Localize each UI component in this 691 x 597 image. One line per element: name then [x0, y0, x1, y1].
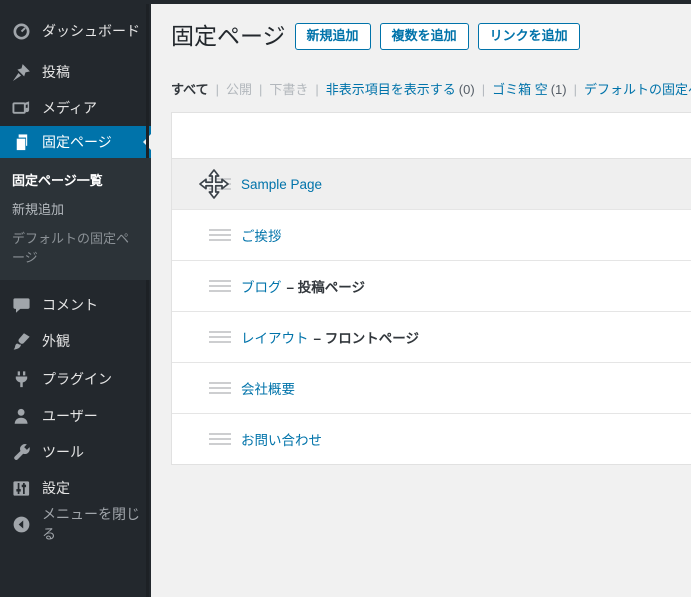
sidebar-item-appearance[interactable]: 外観 [0, 323, 151, 359]
pages-table: Sample Page ご挨拶 ブログ – 投稿ページ レイ [171, 112, 691, 465]
filter-draft[interactable]: 下書き [269, 82, 308, 97]
filter-separator: | [574, 82, 577, 97]
content-area: 固定ページ新規追加複数を追加リンクを追加 すべて | 公開 | 下書き | 非表示項目を表示… [151, 0, 691, 597]
admin-bar-edge [0, 0, 691, 4]
filter-count: (0) [459, 82, 475, 97]
table-row-greeting[interactable]: ご挨拶 [172, 210, 691, 261]
dashboard-icon [11, 21, 32, 41]
page-header: 固定ページ新規追加複数を追加リンクを追加 [151, 0, 691, 54]
admin-sidebar: ダッシュボード 投稿 メディア 固定ページ 固定ページ一覧新規追加デフォルトの固… [0, 0, 151, 597]
brush-icon [11, 331, 32, 351]
table-body: Sample Page ご挨拶 ブログ – 投稿ページ レイ [172, 159, 691, 464]
sidebar-item-settings[interactable]: 設定 [0, 470, 151, 506]
admin-menu: ダッシュボード 投稿 メディア 固定ページ 固定ページ一覧新規追加デフォルトの固… [0, 13, 151, 542]
action-button-add-multiple[interactable]: 複数を追加 [380, 23, 469, 50]
filter-separator: | [216, 82, 219, 97]
filter-default-page[interactable]: デフォルトの固定ページ [584, 82, 691, 97]
submenu-item-pages-list[interactable]: 固定ページ一覧 [0, 166, 151, 195]
sidebar-item-media[interactable]: メディア [0, 90, 151, 126]
sidebar-item-users[interactable]: ユーザー [0, 398, 151, 434]
post-state-label: – 投稿ページ [287, 276, 366, 296]
comment-icon [11, 295, 32, 315]
sidebar-item-posts[interactable]: 投稿 [0, 54, 151, 90]
drag-handle-icon[interactable] [209, 433, 231, 445]
sidebar-item-collapse-menu[interactable]: メニューを閉じる [0, 506, 151, 542]
drag-handle-icon[interactable] [209, 382, 231, 394]
collapse-arrow-icon [11, 514, 32, 534]
drag-handle-icon[interactable] [209, 280, 231, 292]
plugin-icon [11, 369, 32, 389]
page-title-actions: 新規追加複数を追加リンクを追加 [286, 31, 580, 48]
action-button-add-link[interactable]: リンクを追加 [478, 23, 580, 50]
pages-submenu: 固定ページ一覧新規追加デフォルトの固定ページ [0, 158, 151, 280]
table-row-blog[interactable]: ブログ – 投稿ページ [172, 261, 691, 312]
filter-trash[interactable]: ゴミ箱 空(1) [492, 82, 567, 97]
pages-icon [11, 132, 32, 152]
submenu-item-add-new[interactable]: 新規追加 [0, 195, 151, 224]
pushpin-icon [11, 62, 32, 82]
action-button-add-new[interactable]: 新規追加 [295, 23, 371, 50]
page-title-link[interactable]: Sample Page [241, 177, 322, 192]
page-title-link[interactable]: レイアウト [241, 327, 309, 347]
filter-separator: | [315, 82, 318, 97]
table-row-company-profile[interactable]: 会社概要 [172, 363, 691, 414]
page-title-link[interactable]: お問い合わせ [241, 429, 322, 449]
subsubsub-filters: すべて | 公開 | 下書き | 非表示項目を表示する(0) | ゴミ箱 空(1) | デフォルトの… [171, 79, 691, 98]
table-row-layout[interactable]: レイアウト – フロントページ [172, 312, 691, 363]
table-header-row [172, 113, 691, 159]
page-title-link[interactable]: ブログ [241, 276, 282, 296]
sidebar-item-dashboard[interactable]: ダッシュボード [0, 13, 151, 49]
post-state-label: – フロントページ [314, 327, 420, 347]
page-title-link[interactable]: 会社概要 [241, 378, 295, 398]
filter-count: (1) [551, 82, 567, 97]
drag-handle-icon[interactable] [209, 178, 231, 190]
sidebar-item-plugins[interactable]: プラグイン [0, 361, 151, 397]
table-row-contact[interactable]: お問い合わせ [172, 414, 691, 464]
filter-separator: | [482, 82, 485, 97]
media-icon [11, 98, 32, 118]
sidebar-item-tools[interactable]: ツール [0, 434, 151, 470]
sidebar-item-pages[interactable]: 固定ページ [0, 126, 151, 158]
filter-published[interactable]: 公開 [226, 82, 252, 97]
filter-separator: | [259, 82, 262, 97]
sliders-icon [11, 478, 32, 498]
page-title: 固定ページ [171, 23, 286, 49]
sidebar-item-comments[interactable]: コメント [0, 287, 151, 323]
user-icon [11, 406, 32, 426]
drag-handle-icon[interactable] [209, 229, 231, 241]
drag-handle-icon[interactable] [209, 331, 231, 343]
submenu-item-default-page[interactable]: デフォルトの固定ページ [0, 224, 151, 272]
filter-all[interactable]: すべて [171, 82, 209, 97]
table-row-sample-page[interactable]: Sample Page [172, 159, 691, 210]
wrench-icon [11, 442, 32, 462]
page-title-link[interactable]: ご挨拶 [241, 225, 282, 245]
filter-show-hidden[interactable]: 非表示項目を表示する(0) [326, 82, 475, 97]
